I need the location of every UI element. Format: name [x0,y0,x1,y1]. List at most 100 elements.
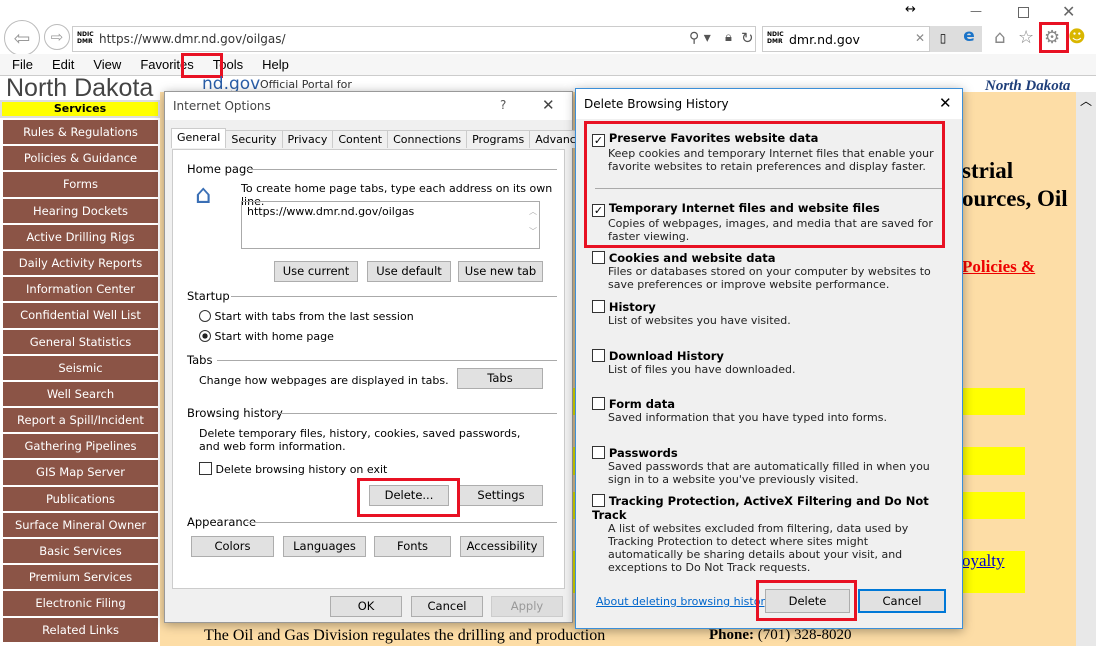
menu-help[interactable]: Help [250,54,296,75]
languages-button[interactable]: Languages [283,536,366,557]
minimize-button[interactable]: — [970,4,982,18]
close-icon[interactable]: ✕ [939,94,952,112]
site-icon: NDIC DMR [77,31,94,45]
option-desc: Files or databases stored on your comput… [608,265,931,291]
delete-option-checkbox[interactable]: Tracking Protection, ActiveX Filtering a… [592,494,942,522]
sidebar-item[interactable]: GIS Map Server [3,460,158,485]
tab-programs[interactable]: Programs [466,130,531,148]
sidebar-item[interactable]: Information Center [3,277,158,302]
sidebar-item[interactable]: Basic Services [3,539,158,564]
resize-icon: ↔ [905,2,916,17]
use-default-button[interactable]: Use default [367,261,451,282]
tabs-group: Tabs [187,353,557,367]
close-window-button[interactable]: ✕ [1062,2,1075,21]
help-button[interactable]: ? [500,98,506,112]
checkbox[interactable] [592,397,605,410]
option-desc: A list of websites excluded from filteri… [608,522,909,574]
ok-button[interactable]: OK [330,596,402,617]
delete-option-checkbox[interactable]: Download History [592,349,942,363]
sidebar-item[interactable]: Well Search [3,381,158,407]
delete-option-checkbox[interactable]: Form data [592,397,942,411]
menu-edit[interactable]: Edit [40,54,81,75]
address-bar[interactable]: NDIC DMR https://www.dmr.nd.gov/oilgas/ … [72,26,756,52]
royalty-link[interactable]: oyalty [962,551,1005,571]
feedback-smiley-icon[interactable]: ☻ [1068,27,1086,47]
site-icon: NDIC DMR [767,31,784,45]
fonts-button[interactable]: Fonts [374,536,451,557]
maximize-button[interactable] [1018,7,1029,18]
refresh-icon[interactable]: ↻ [741,29,754,47]
cancel-button[interactable]: Cancel [858,589,946,613]
group-label: Browsing history [187,406,283,420]
sidebar-item[interactable]: Forms [3,172,158,197]
home-icon[interactable]: ⌂ [994,27,1005,48]
sidebar-item[interactable]: Daily Activity Reports [3,250,158,276]
sidebar-item[interactable]: Hearing Dockets [3,198,158,223]
policies-link[interactable]: Policies & [962,257,1035,277]
menu-file[interactable]: File [0,54,40,75]
apply-button[interactable]: Apply [491,596,563,617]
phone-number: (701) 328-8020 [757,627,852,643]
forward-button[interactable]: ⇨ [44,24,70,50]
option-label: Passwords [608,446,678,460]
tabs-button[interactable]: Tabs [457,368,543,389]
option-label: Form data [608,397,676,411]
checkbox[interactable] [592,251,605,264]
back-button[interactable]: ⇦ [4,20,40,56]
tab-security[interactable]: Security [225,130,283,148]
delete-highlight [357,478,460,517]
tab-connections[interactable]: Connections [387,130,468,148]
checkbox[interactable] [592,300,605,313]
group-label: Tabs [187,353,213,367]
close-icon[interactable]: ✕ [542,96,555,114]
tab-general[interactable]: General [171,128,227,148]
sidebar-item[interactable]: Electronic Filing [3,591,158,616]
colors-button[interactable]: Colors [191,536,274,557]
scrollbar[interactable]: ︿ [1076,92,1096,646]
sidebar-item[interactable]: Report a Spill/Incident [3,408,158,433]
cancel-button[interactable]: Cancel [411,596,483,617]
use-new-tab-button[interactable]: Use new tab [458,261,543,282]
title-fragment: strial [962,158,1014,183]
sidebar-item[interactable]: Confidential Well List [3,303,158,328]
browser-tab[interactable]: NDIC DMR dmr.nd.gov ✕ [762,26,930,52]
delete-option-checkbox[interactable]: Passwords [592,446,942,460]
checkbox[interactable] [592,494,605,507]
favorites-star-icon[interactable]: ☆ [1018,27,1034,48]
new-tab-button[interactable]: ▯ [930,26,956,52]
settings-button[interactable]: Settings [459,485,543,506]
delete-option-checkbox[interactable]: Cookies and website data [592,251,942,265]
sidebar-item[interactable]: General Statistics [3,329,158,354]
sidebar-item[interactable]: Surface Mineral Owner [3,512,158,537]
legendary-logo: North Dakota [985,78,1071,94]
tab-content[interactable]: Content [332,130,389,148]
about-deleting-link[interactable]: About deleting browsing history [596,595,771,608]
sidebar-item[interactable]: Policies & Guidance [3,146,158,171]
sidebar-item[interactable]: Rules & Regulations [3,120,158,145]
delete-on-exit-checkbox[interactable]: Delete browsing history on exit [199,462,387,476]
sidebar-item[interactable]: Related Links [3,617,158,642]
checkbox[interactable] [592,446,605,459]
sidebar-item[interactable]: Gathering Pipelines [3,434,158,459]
textarea-scroll[interactable]: ︿ ﹀ [529,202,537,242]
delete-option-checkbox[interactable]: History [592,300,942,314]
sidebar-item[interactable]: Publications [3,486,158,511]
startup-last-session-radio[interactable]: Start with tabs from the last session [199,310,414,323]
startup-home-page-radio[interactable]: Start with home page [199,330,334,343]
lock-icon[interactable]: 🔒︎ [725,30,732,45]
home-page-group: Home page [187,162,557,176]
delete-confirm-highlight [756,580,857,621]
sidebar-item[interactable]: Premium Services [3,565,158,590]
checkbox[interactable] [592,349,605,362]
menu-view[interactable]: View [81,54,128,75]
title-fragment: ources, Oil [962,186,1068,211]
home-page-input[interactable]: https://www.dmr.nd.gov/oilgas ︿ ﹀ [241,201,540,249]
sidebar-item[interactable]: Seismic [3,355,158,380]
edge-icon[interactable]: e [956,26,982,52]
tab-privacy[interactable]: Privacy [281,130,334,148]
search-icon[interactable]: ⚲ ▾ [689,30,711,46]
close-tab-icon[interactable]: ✕ [915,31,925,45]
sidebar-item[interactable]: Active Drilling Rigs [3,224,158,249]
accessibility-button[interactable]: Accessibility [460,536,544,557]
use-current-button[interactable]: Use current [274,261,358,282]
